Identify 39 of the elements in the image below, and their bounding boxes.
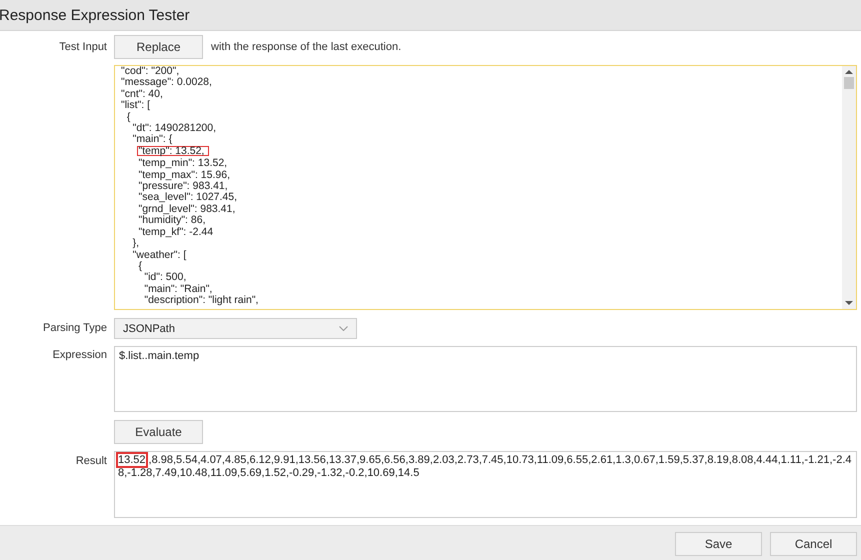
save-button[interactable]: Save — [675, 532, 762, 556]
chevron-down-icon — [339, 326, 348, 331]
replace-button[interactable]: Replace — [114, 35, 203, 59]
field-label: Expression — [52, 349, 107, 361]
window-title: Response Expression Tester — [0, 6, 190, 24]
code-line: "cnt": 40, — [121, 88, 163, 100]
code-line: "pressure": 983.41, — [138, 181, 228, 192]
code-line: "id": 500, — [143, 272, 186, 284]
result-output: 13.52 ,8.98,5.54,4.07,4.85,6.12,9.91,13.56,13.37,9.65,6.56,3.89,2.03,2.73,7.45,10.73,11.09,6.55,2.61,1.3,0.67,1.59,5.37,8.19,8.08,4.44,1.11,-1.21,-2.48,-1.28,7.49,10.48,11.09,5.69,1.52,-0.29,-1.32,-0.2,10.69,14.5 — [114, 451, 857, 518]
scroll-down-icon[interactable] — [845, 300, 853, 306]
scrollbar[interactable] — [842, 66, 856, 309]
code-line: { — [138, 260, 142, 272]
code-line: { — [126, 112, 130, 124]
field-label: Result — [76, 455, 107, 467]
test-input-area[interactable] — [114, 65, 857, 310]
code-line: "message": 0.0028, — [121, 77, 212, 89]
scroll-up-icon[interactable] — [845, 69, 853, 75]
code-line: "cod": "200", — [121, 66, 180, 78]
code-line: "grnd_level": 983.41, — [138, 204, 236, 216]
cancel-button[interactable]: Cancel — [770, 532, 857, 556]
code-line: "list": [ — [121, 100, 150, 112]
code-line: "main": "Rain", — [143, 284, 212, 295]
code-line: "description": "light rain", — [143, 295, 258, 307]
expression-input[interactable]: $.list..main.temp — [114, 346, 857, 412]
code-line: }, — [132, 238, 140, 250]
code-line: "temp_max": 15.96, — [138, 170, 230, 182]
code-line: "dt": 1490281200, — [132, 123, 216, 134]
code-line: "humidity": 86, — [138, 215, 206, 227]
hint-text: with the response of the last execution. — [211, 41, 402, 53]
code-line: "sea_level": 1027.45, — [138, 192, 238, 204]
code-line: "temp_kf": -2.44 — [138, 226, 214, 238]
code-line: "main": { — [132, 134, 172, 146]
field-label: Parsing Type — [42, 322, 107, 334]
parsing-type-dropdown[interactable]: JSONPath — [114, 318, 357, 339]
scroll-thumb[interactable] — [844, 77, 854, 89]
code-line: "temp_min": 13.52, — [138, 158, 228, 170]
evaluate-button[interactable]: Evaluate — [114, 420, 203, 444]
code-line: "weather": [ — [132, 250, 186, 261]
field-label: Test Input — [59, 41, 107, 53]
